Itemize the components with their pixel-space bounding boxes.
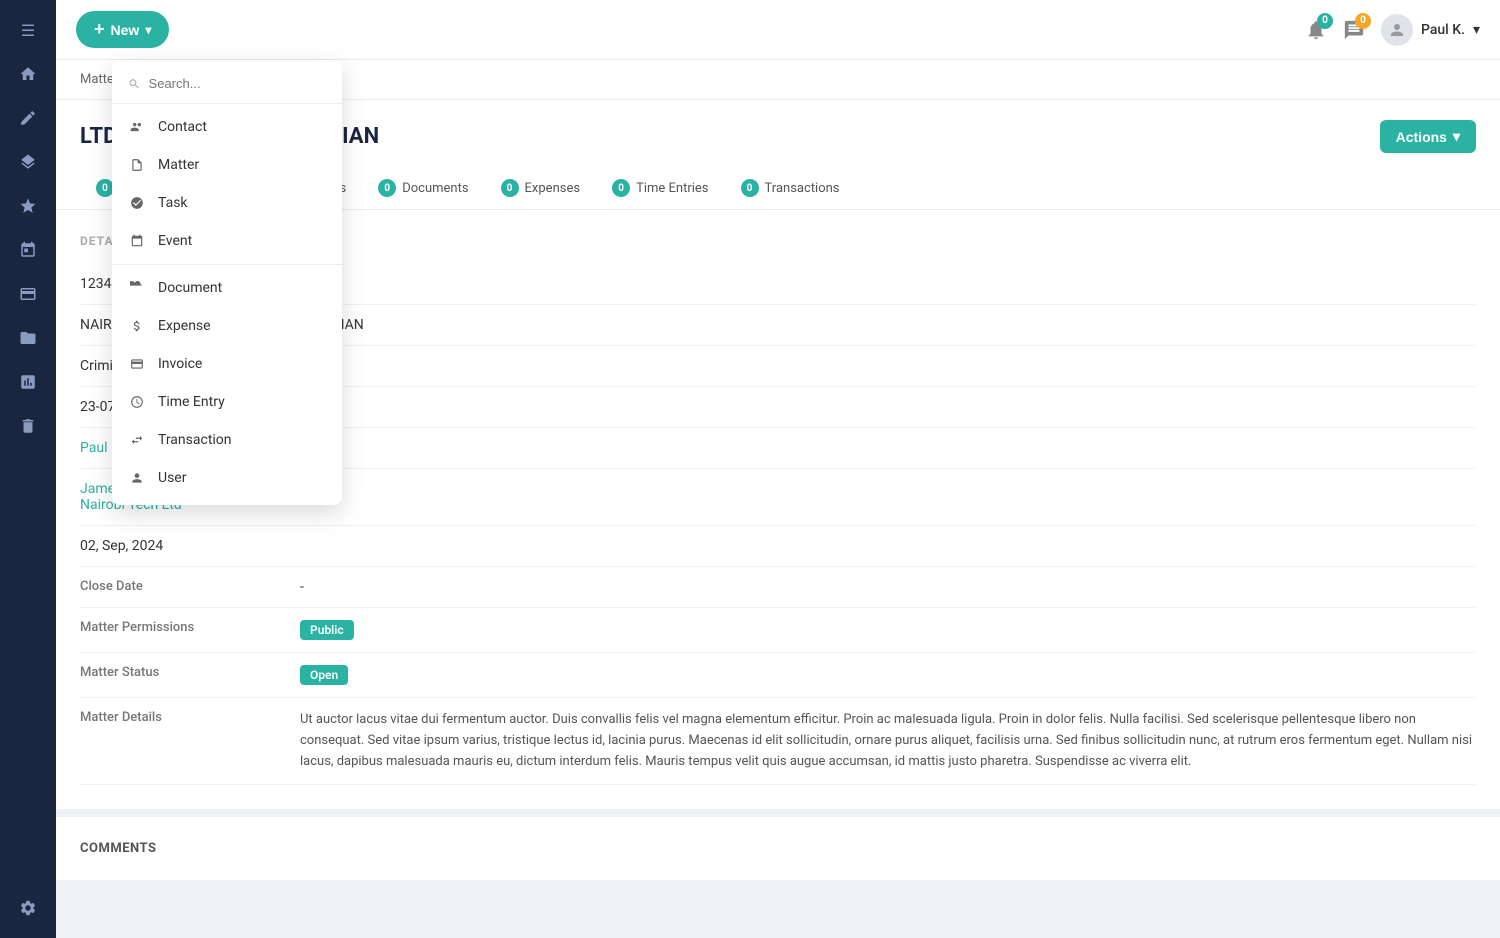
open-date-row: 02, Sep, 2024 — [80, 526, 1476, 567]
notification1-button[interactable]: 0 — [1305, 19, 1327, 41]
documents-tab[interactable]: 0 Documents — [362, 169, 484, 209]
pen-icon[interactable] — [10, 100, 46, 136]
transactions-badge: 0 — [741, 179, 759, 197]
calendar-icon[interactable] — [10, 232, 46, 268]
notification2-button[interactable]: 0 — [1343, 19, 1365, 41]
divider — [112, 103, 342, 104]
expenses-badge: 0 — [501, 179, 519, 197]
comments-section: COMMENTS — [56, 809, 1500, 880]
public-badge: Public — [300, 620, 354, 640]
actions-button[interactable]: Actions ▾ — [1380, 120, 1476, 153]
transaction-icon — [128, 431, 146, 449]
expense-icon — [128, 317, 146, 335]
user-label: User — [158, 470, 186, 486]
permissions-row: Matter Permissions Public — [80, 608, 1476, 653]
comments-title: COMMENTS — [80, 841, 1476, 856]
permissions-label: Matter Permissions — [80, 620, 300, 635]
matter-label: Matter — [158, 157, 199, 173]
transaction-label: Transaction — [158, 432, 232, 448]
topbar: + New ▾ 0 0 Paul K. ▾ — [56, 0, 1500, 60]
dropdown-search-container — [112, 68, 342, 99]
status-row: Matter Status Open — [80, 653, 1476, 698]
task-menu-item[interactable]: Task — [112, 184, 342, 222]
matter-details-text: Ut auctor lacus vitae dui fermentum auct… — [300, 710, 1476, 772]
event-menu-item[interactable]: Event — [112, 222, 342, 260]
open-date-value: 02, Sep, 2024 — [80, 538, 1476, 554]
task-label: Task — [158, 195, 188, 211]
actions-chevron-icon: ▾ — [1453, 128, 1460, 145]
contact-label: Contact — [158, 119, 207, 135]
expenses-tab-label: Expenses — [525, 181, 581, 196]
time-entry-icon — [128, 393, 146, 411]
layers-icon[interactable] — [10, 144, 46, 180]
new-button[interactable]: + New ▾ — [76, 11, 169, 48]
event-label: Event — [158, 233, 192, 249]
time-entries-tab[interactable]: 0 Time Entries — [596, 169, 724, 209]
close-date-value: - — [300, 579, 1476, 595]
expenses-tab[interactable]: 0 Expenses — [485, 169, 597, 209]
topbar-right: 0 0 Paul K. ▾ — [1305, 14, 1480, 46]
expense-label: Expense — [158, 318, 211, 334]
transactions-tab[interactable]: 0 Transactions — [725, 169, 856, 209]
transactions-tab-label: Transactions — [765, 181, 840, 196]
user-avatar — [1381, 14, 1413, 46]
user-icon — [128, 469, 146, 487]
status-value: Open — [300, 665, 1476, 685]
new-chevron-icon: ▾ — [145, 23, 151, 37]
documents-badge: 0 — [378, 179, 396, 197]
close-date-row: Close Date - — [80, 567, 1476, 608]
status-label: Matter Status — [80, 665, 300, 680]
sidebar: ☰ — [0, 0, 56, 938]
star-icon[interactable] — [10, 188, 46, 224]
documents-tab-label: Documents — [402, 181, 468, 196]
transaction-menu-item[interactable]: Transaction — [112, 421, 342, 459]
trash-icon[interactable] — [10, 408, 46, 444]
gear-icon[interactable] — [10, 890, 46, 926]
invoice-menu-item[interactable]: Invoice — [112, 345, 342, 383]
divider2 — [112, 264, 342, 265]
dropdown-search-input[interactable] — [149, 76, 326, 91]
time-entry-label: Time Entry — [158, 394, 225, 410]
notif2-badge: 0 — [1355, 13, 1371, 29]
plus-icon: + — [94, 19, 105, 40]
matter-details-label: Matter Details — [80, 710, 300, 725]
invoice-label: Invoice — [158, 356, 202, 372]
search-icon — [128, 77, 141, 91]
expense-menu-item[interactable]: Expense — [112, 307, 342, 345]
time-entries-badge: 0 — [612, 179, 630, 197]
time-entry-menu-item[interactable]: Time Entry — [112, 383, 342, 421]
document-label: Document — [158, 280, 222, 296]
permissions-value: Public — [300, 620, 1476, 640]
close-date-label: Close Date — [80, 579, 300, 594]
matter-icon — [128, 156, 146, 174]
actions-label: Actions — [1396, 129, 1447, 145]
time-entries-tab-label: Time Entries — [636, 181, 708, 196]
matter-details-row: Matter Details Ut auctor lacus vitae dui… — [80, 698, 1476, 785]
user-chevron-icon: ▾ — [1473, 22, 1480, 38]
contact-menu-item[interactable]: Contact — [112, 108, 342, 146]
invoice-icon — [128, 355, 146, 373]
notif1-badge: 0 — [1317, 13, 1333, 29]
user-name: Paul K. — [1421, 22, 1465, 38]
home-icon[interactable] — [10, 56, 46, 92]
document-menu-item[interactable]: Document — [112, 269, 342, 307]
contact-icon — [128, 118, 146, 136]
new-label: New — [111, 22, 140, 38]
document-icon — [128, 279, 146, 297]
chart-icon[interactable] — [10, 364, 46, 400]
user-menu-button[interactable]: Paul K. ▾ — [1381, 14, 1480, 46]
matter-menu-item[interactable]: Matter — [112, 146, 342, 184]
folder-icon[interactable] — [10, 320, 46, 356]
card-icon[interactable] — [10, 276, 46, 312]
main-area: + New ▾ 0 0 Paul K. ▾ — [56, 0, 1500, 938]
hamburger-icon[interactable]: ☰ — [10, 12, 46, 48]
user-menu-item[interactable]: User — [112, 459, 342, 497]
new-dropdown-menu: Contact Matter Task Event Document — [112, 60, 342, 505]
event-icon — [128, 232, 146, 250]
open-badge: Open — [300, 665, 348, 685]
task-icon — [128, 194, 146, 212]
